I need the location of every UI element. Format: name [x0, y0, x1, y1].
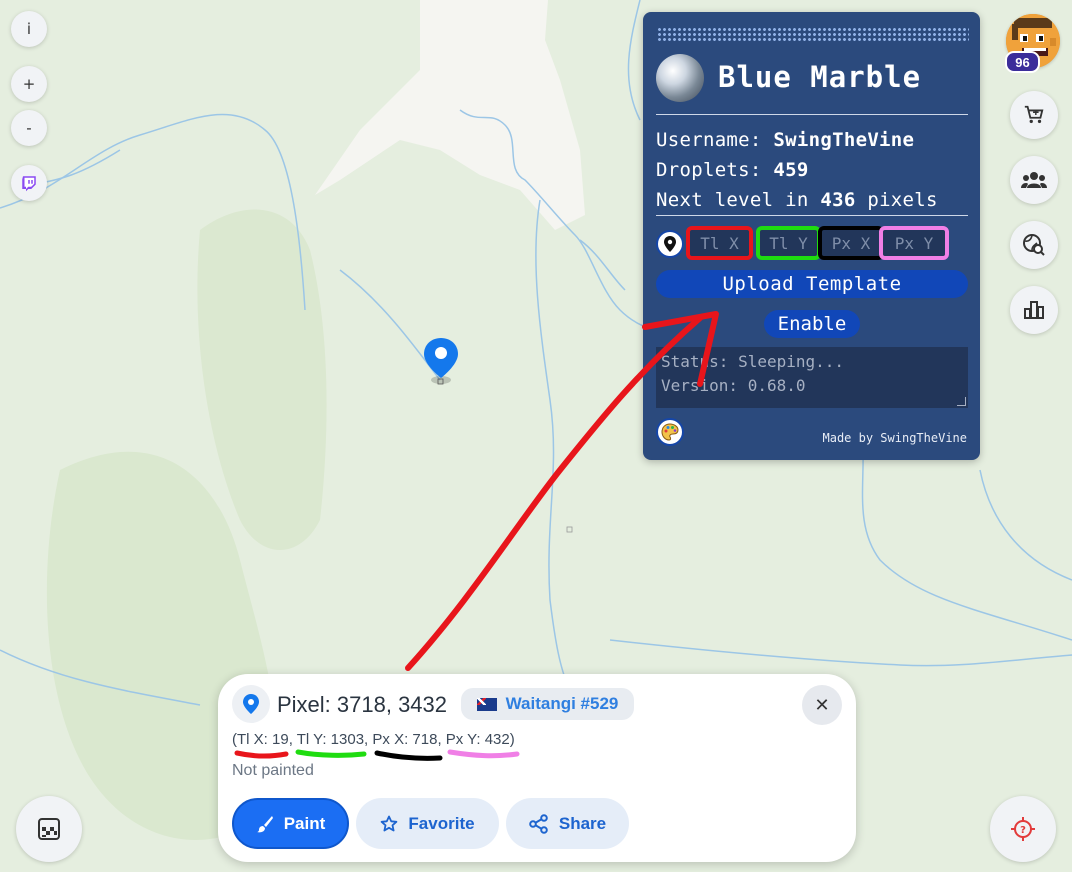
paint-status: Not painted — [232, 762, 314, 779]
credits-text: Made by SwingTheVine — [822, 431, 968, 445]
crosshair-icon: ? — [1011, 817, 1035, 841]
pixel-coordinates-title: Pixel: 3718, 3432 — [277, 692, 448, 717]
tile-pixel-coords: (Tl X: 19, Tl Y: 1303, Px X: 718, Px Y: … — [232, 731, 515, 748]
share-button[interactable]: Share — [506, 798, 629, 849]
zoom-out-button[interactable]: - — [11, 110, 47, 146]
locate-me-button[interactable]: ? — [990, 796, 1056, 862]
pixel-y-placeholder: Px Y — [894, 233, 934, 253]
resize-handle[interactable] — [957, 397, 966, 406]
droplets-value: 459 — [773, 159, 809, 181]
group-icon — [1021, 172, 1047, 188]
location-pin-icon — [243, 694, 259, 714]
enable-button[interactable]: Enable — [764, 310, 860, 338]
twitch-icon — [22, 176, 36, 192]
pixel-location-button[interactable] — [232, 685, 270, 723]
close-icon: ✕ — [814, 694, 830, 715]
use-current-coords-button[interactable] — [656, 230, 684, 258]
next-level-prefix: Next level in — [656, 189, 809, 211]
favorite-label: Favorite — [408, 813, 475, 833]
next-level-suffix: pixels — [867, 189, 938, 211]
cart-icon — [1024, 105, 1044, 124]
panel-title: Blue Marble — [718, 60, 922, 94]
leaderboard-icon — [1024, 301, 1044, 319]
pixel-x-text: Px X: 718 — [372, 731, 438, 748]
username-row: Username: SwingTheVine — [656, 129, 914, 151]
svg-text:?: ? — [1020, 825, 1026, 836]
search-location-button[interactable] — [1010, 221, 1058, 269]
paren-close: ) — [509, 731, 515, 748]
divider — [656, 114, 968, 115]
palette-icon — [661, 423, 679, 441]
star-icon — [381, 815, 398, 831]
zoom-out-label: - — [26, 119, 32, 137]
tile-x-placeholder: Tl X — [700, 233, 739, 253]
paint-label: Paint — [283, 813, 326, 833]
next-level-value: 436 — [820, 189, 856, 211]
pixel-y-input[interactable]: Px Y — [879, 226, 949, 260]
drag-handle[interactable] — [657, 27, 969, 43]
region-name: Waitangi #529 — [505, 694, 619, 713]
alliance-button[interactable] — [1010, 156, 1058, 204]
globe-search-icon — [1023, 234, 1045, 256]
separator: , — [437, 731, 446, 748]
pixel-info-card: Pixel: 3718, 3432 Waitangi #529 ✕ (Tl X:… — [218, 674, 856, 862]
paint-button[interactable]: Paint — [232, 798, 349, 849]
tile-y-placeholder: Tl Y — [769, 233, 808, 253]
divider — [656, 215, 968, 216]
share-icon — [529, 813, 548, 834]
separator: , — [288, 731, 297, 748]
tile-y-text: Tl Y: 1303 — [296, 731, 365, 748]
map-pin-icon — [664, 236, 676, 252]
checkerboard-icon — [38, 818, 60, 840]
pixel-y-text: Px Y: 432 — [445, 731, 510, 748]
version-line: Version: 0.68.0 — [661, 376, 806, 395]
info-label: i — [26, 20, 32, 38]
pixel-x-input[interactable]: Px X — [818, 226, 884, 260]
brush-icon — [256, 815, 273, 832]
username-value: SwingTheVine — [773, 129, 915, 151]
twitch-button[interactable] — [11, 165, 47, 201]
blue-marble-globe-icon — [656, 54, 704, 102]
droplets-row: Droplets: 459 — [656, 159, 809, 181]
map-style-button[interactable] — [16, 796, 82, 862]
nz-flag-icon — [476, 697, 497, 711]
username-label: Username: — [656, 129, 762, 151]
level-badge: 96 — [1005, 51, 1040, 73]
shop-button[interactable] — [1010, 91, 1058, 139]
blue-marble-panel: Blue Marble Username: SwingTheVine Dropl… — [643, 12, 980, 460]
droplets-label: Droplets: — [656, 159, 762, 181]
leaderboard-button[interactable] — [1010, 286, 1058, 334]
tile-y-input[interactable]: Tl Y — [756, 226, 821, 260]
zoom-in-label: + — [22, 75, 36, 93]
zoom-in-button[interactable]: + — [11, 66, 47, 102]
upload-template-button[interactable]: Upload Template — [656, 270, 968, 298]
favorite-button[interactable]: Favorite — [356, 798, 499, 849]
status-line: Status: Sleeping... — [661, 352, 845, 371]
close-button[interactable]: ✕ — [802, 685, 842, 725]
region-link[interactable]: Waitangi #529 — [461, 688, 634, 720]
location-marker-icon — [421, 336, 461, 388]
share-label: Share — [558, 813, 607, 833]
next-level-row: Next level in 436 pixels — [656, 189, 938, 211]
status-output[interactable]: Status: Sleeping... Version: 0.68.0 — [656, 347, 968, 408]
tile-x-text: Tl X: 19 — [237, 731, 289, 748]
info-button[interactable]: i — [11, 11, 47, 47]
color-filter-button[interactable] — [656, 418, 684, 446]
pixel-x-placeholder: Px X — [831, 233, 871, 253]
tile-x-input[interactable]: Tl X — [686, 226, 753, 260]
